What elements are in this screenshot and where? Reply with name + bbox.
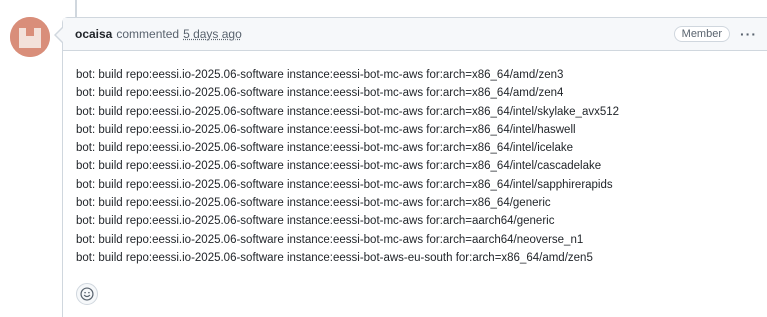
comment-line: bot: build repo:eessi.io-2025.06-softwar… — [76, 105, 620, 118]
comment-line: bot: build repo:eessi.io-2025.06-softwar… — [76, 69, 564, 81]
timeline-comment: ocaisa commented 5 days ago Member ··· b… — [0, 0, 767, 317]
comment-line: bot: build repo:eessi.io-2025.06-softwar… — [76, 215, 555, 228]
header-actions: Member ··· — [673, 26, 757, 42]
comment-line: bot: build repo:eessi.io-2025.06-softwar… — [76, 160, 602, 173]
comment-line: bot: build repo:eessi.io-2025.06-softwar… — [76, 142, 573, 155]
comment-caret-inner — [56, 28, 63, 42]
comment-line: bot: build repo:eessi.io-2025.06-softwar… — [76, 123, 576, 136]
comment-action: commented — [116, 27, 180, 41]
author-link[interactable]: ocaisa — [75, 27, 112, 41]
member-badge: Member — [673, 26, 730, 42]
comment-line: bot: build repo:eessi.io-2025.06-softwar… — [76, 197, 551, 210]
kebab-horizontal-icon[interactable]: ··· — [740, 26, 757, 42]
avatar[interactable] — [10, 17, 50, 57]
comment-line: bot: build repo:eessi.io-2025.06-softwar… — [76, 87, 564, 100]
comment-line: bot: build repo:eessi.io-2025.06-softwar… — [76, 233, 584, 246]
comment-body: bot: build repo:eessi.io-2025.06-softwar… — [76, 66, 619, 267]
comment-line: bot: build repo:eessi.io-2025.06-softwar… — [76, 178, 613, 191]
comment-line: bot: build repo:eessi.io-2025.06-softwar… — [76, 251, 593, 264]
comment-header: ocaisa commented 5 days ago Member ··· — [63, 18, 767, 51]
avatar-identicon-icon — [10, 17, 50, 57]
add-reaction-button[interactable] — [76, 283, 98, 305]
smiley-icon — [80, 287, 94, 301]
timeline-connector — [75, 0, 77, 18]
comment-timestamp[interactable]: 5 days ago — [183, 27, 242, 41]
